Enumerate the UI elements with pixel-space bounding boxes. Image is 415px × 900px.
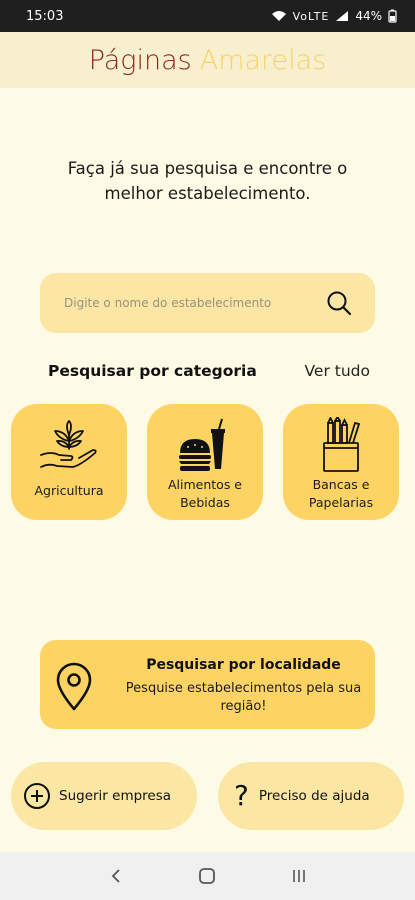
category-label: Bancas e Papelarias: [308, 477, 374, 510]
pencil-cup-icon: [319, 417, 363, 472]
category-card-alimentos-bebidas[interactable]: Alimentos e Bebidas: [147, 404, 263, 520]
intro-text: Faça já sua pesquisa e encontre o melhor…: [67, 159, 348, 203]
chevron-left-icon: [111, 869, 120, 883]
location-pin-icon: [56, 662, 92, 711]
category-label: Alimentos e Bebidas: [167, 477, 242, 510]
category-header: Pesquisar por categoria Ver tudo: [48, 362, 370, 380]
home-button[interactable]: [192, 861, 222, 891]
category-card-agricultura[interactable]: Agricultura: [11, 404, 127, 520]
back-button[interactable]: [101, 861, 131, 891]
status-time: 15:03: [26, 8, 64, 24]
question-mark-icon: ?: [234, 779, 249, 812]
recent-apps-button[interactable]: [284, 861, 314, 891]
suggest-company-button[interactable]: Sugerir empresa: [11, 762, 197, 830]
search-by-location-card[interactable]: Pesquisar por localidade Pesquise estabe…: [40, 640, 375, 729]
need-help-label: Preciso de ajuda: [258, 788, 370, 804]
see-all-link[interactable]: Ver tudo: [305, 362, 370, 380]
burger-drink-icon: [176, 418, 234, 471]
suggest-company-label: Sugerir empresa: [59, 788, 172, 804]
search-bar: [40, 273, 375, 333]
status-indicators: VoLTE 44%: [271, 9, 397, 23]
location-card-title: Pesquisar por localidade: [146, 657, 341, 673]
search-icon[interactable]: [325, 289, 353, 317]
plus-circle-icon: [24, 783, 50, 809]
plant-in-hand-icon: [37, 420, 101, 470]
signal-icon: [336, 11, 349, 21]
wifi-icon: [271, 11, 286, 21]
battery-icon: [388, 9, 397, 23]
volte-indicator: VoLTE: [292, 9, 330, 23]
status-bar: 15:03 VoLTE 44%: [0, 0, 415, 32]
need-help-button[interactable]: ? Preciso de ajuda: [218, 762, 404, 830]
location-card-subtitle: Pesquise estabelecimentos pela sua regiã…: [125, 681, 362, 714]
battery-percent: 44%: [355, 9, 382, 23]
app-header: Páginas Amarelas: [0, 32, 415, 88]
system-navigation-bar: [0, 852, 415, 900]
brand-title-part1: Páginas: [88, 44, 192, 76]
home-icon: [199, 868, 216, 884]
category-section-title: Pesquisar por categoria: [48, 362, 257, 380]
brand-title-part2: Amarelas: [199, 44, 327, 76]
category-label: Agricultura: [34, 483, 104, 498]
recent-apps-icon: [293, 870, 305, 882]
category-card-bancas-papelarias[interactable]: Bancas e Papelarias: [283, 404, 399, 520]
search-input[interactable]: [64, 296, 325, 310]
